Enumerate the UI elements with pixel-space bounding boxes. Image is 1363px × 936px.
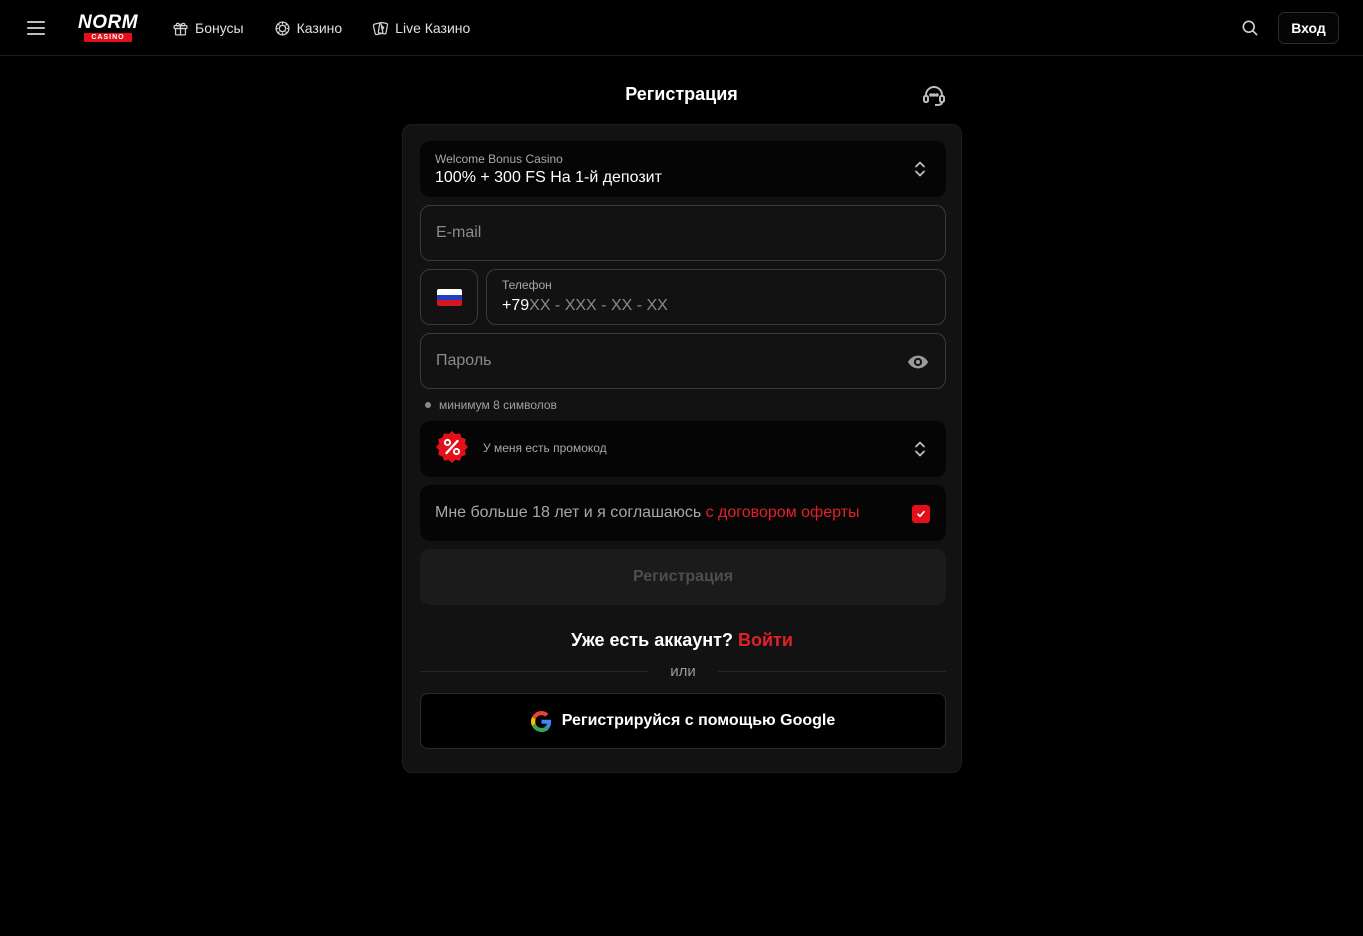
cards-icon (372, 21, 389, 35)
phone-prefix: +79 (502, 297, 530, 314)
email-input[interactable] (421, 206, 945, 260)
or-text: или (670, 663, 696, 680)
russia-flag-icon (437, 289, 462, 306)
logo-text: NORM (77, 12, 139, 33)
google-signup-button[interactable]: Регистрируйся с помощью Google (420, 693, 946, 749)
menu-icon[interactable] (27, 19, 45, 37)
chevron-up-down-icon (915, 161, 925, 177)
hint-dot-icon (425, 402, 431, 408)
nav-live-casino-label: Live Казино (395, 20, 471, 36)
search-icon[interactable] (1240, 18, 1260, 38)
password-hint-text: минимум 8 символов (439, 398, 557, 412)
terms-text-main: Мне больше 18 лет и я соглашаюсь (435, 504, 702, 521)
logo-subtext: CASINO (84, 33, 132, 42)
phone-label: Телефон (502, 278, 552, 292)
bonus-select[interactable]: Welcome Bonus Casino 100% + 300 FS На 1-… (420, 141, 946, 197)
login-link[interactable]: Войти (738, 630, 793, 650)
top-header: NORM CASINO Бонусы Казино Live Казино Вх… (0, 0, 1363, 56)
chip-icon (275, 20, 290, 36)
terms-offer-link[interactable]: с договором оферты (706, 504, 860, 521)
have-account-label: Уже есть аккаунт? (571, 630, 733, 650)
promo-code-toggle[interactable]: У меня есть промокод (420, 421, 946, 477)
terms-checkbox[interactable] (912, 505, 930, 523)
nav-bonuses[interactable]: Бонусы (172, 17, 244, 39)
nav-casino[interactable]: Казино (274, 17, 343, 39)
google-signup-label: Регистрируйся с помощью Google (561, 712, 836, 729)
support-headset-icon[interactable] (921, 84, 947, 108)
bonus-select-label: Welcome Bonus Casino (435, 152, 563, 166)
phone-value: +79XX - XXX - XX - XX (502, 297, 668, 315)
terms-agreement: Мне больше 18 лет и я соглашаюсь с догов… (420, 485, 946, 541)
bonus-select-value: 100% + 300 FS На 1-й депозит (435, 169, 662, 186)
checkmark-icon (917, 510, 925, 518)
phone-field[interactable]: Телефон +79XX - XXX - XX - XX (486, 269, 946, 325)
password-hint: минимум 8 символов (425, 398, 557, 412)
phone-mask: XX - XXX - XX - XX (529, 297, 668, 314)
country-select[interactable] (420, 269, 478, 325)
nav-bonuses-label: Бонусы (195, 20, 244, 36)
percent-badge-icon (436, 431, 468, 463)
promo-code-label: У меня есть промокод (483, 441, 607, 455)
registration-card: Welcome Bonus Casino 100% + 300 FS На 1-… (402, 124, 962, 773)
or-divider: или (420, 662, 946, 682)
password-input[interactable] (421, 334, 945, 388)
register-button[interactable]: Регистрация (420, 549, 946, 605)
google-icon (530, 710, 551, 732)
login-button[interactable]: Вход (1278, 12, 1339, 44)
gift-icon (173, 22, 188, 36)
nav-casino-label: Казино (296, 20, 343, 36)
terms-text: Мне больше 18 лет и я соглашаюсь с догов… (435, 504, 859, 522)
main-nav: Бонусы Казино Live Казино (172, 17, 470, 39)
logo[interactable]: NORM CASINO (72, 12, 144, 42)
chevron-up-down-icon (915, 441, 925, 457)
nav-live-casino[interactable]: Live Казино (372, 17, 470, 39)
password-field[interactable] (420, 333, 946, 389)
email-field[interactable] (420, 205, 946, 261)
eye-icon[interactable] (907, 352, 929, 372)
page-title: Регистрация (625, 84, 738, 104)
have-account-text: Уже есть аккаунт? Войти (403, 630, 961, 651)
